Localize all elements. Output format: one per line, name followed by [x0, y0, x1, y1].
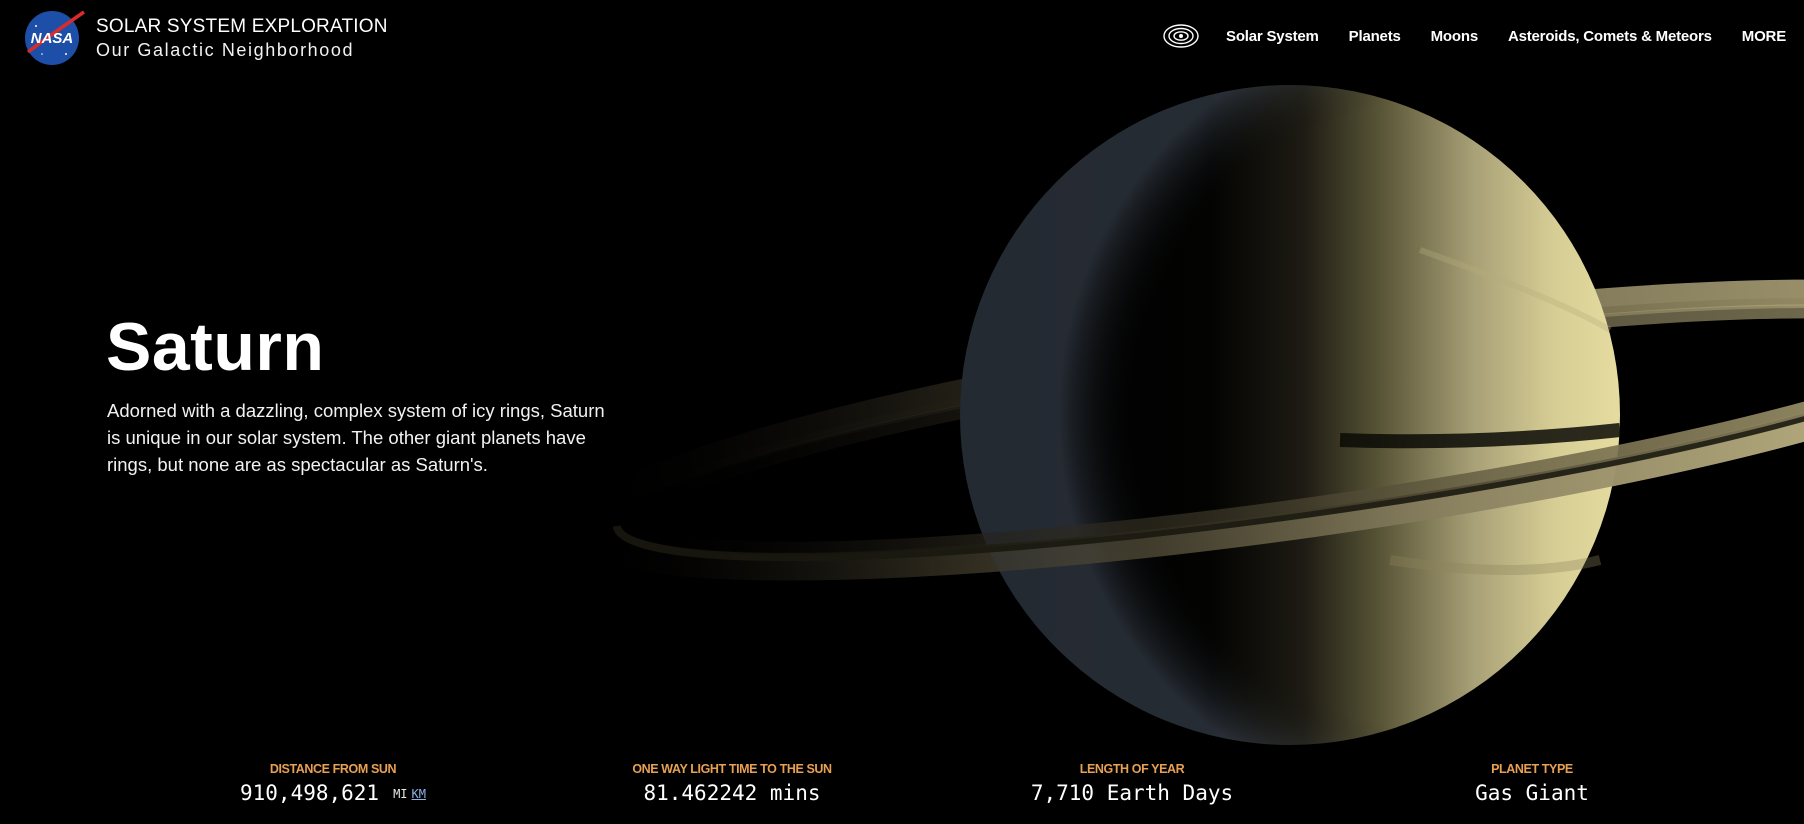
- stat-label: LENGTH OF YEAR: [1079, 762, 1185, 776]
- site-subtitle[interactable]: Our Galactic Neighborhood: [96, 40, 388, 61]
- unit-km-link[interactable]: KM: [412, 787, 426, 801]
- page: NASA SOLAR SYSTEM EXPLORATION Our Galact…: [0, 0, 1804, 824]
- nasa-logo[interactable]: NASA: [22, 8, 86, 66]
- site-header: NASA SOLAR SYSTEM EXPLORATION Our Galact…: [0, 0, 1804, 80]
- stat-light-time: ONE WAY LIGHT TIME TO THE SUN 81.462242 …: [552, 762, 912, 805]
- nav-item-asteroids-comets-meteors[interactable]: Asteroids, Comets & Meteors: [1508, 28, 1712, 45]
- svg-text:NASA: NASA: [31, 30, 74, 47]
- stat-label: ONE WAY LIGHT TIME TO THE SUN: [632, 762, 832, 776]
- stat-value: 81.462242 mins: [643, 781, 821, 805]
- main-nav: Solar System Planets Moons Asteroids, Co…: [1162, 18, 1786, 54]
- nav-item-planets[interactable]: Planets: [1349, 28, 1401, 45]
- stat-label: DISTANCE FROM SUN: [269, 762, 397, 776]
- unit-toggle: MI KM: [393, 787, 426, 801]
- nav-item-moons[interactable]: Moons: [1431, 28, 1479, 45]
- stat-value: 7,710 Earth Days: [1030, 781, 1234, 805]
- stat-distance-from-sun: DISTANCE FROM SUN 910,498,621 MI KM: [153, 762, 513, 805]
- stat-value: Gas Giant: [1475, 781, 1589, 805]
- planet-description: Adorned with a dazzling, complex system …: [107, 400, 605, 475]
- stat-length-of-year: LENGTH OF YEAR 7,710 Earth Days: [952, 762, 1312, 805]
- site-branding[interactable]: SOLAR SYSTEM EXPLORATION Our Galactic Ne…: [96, 16, 388, 61]
- stat-label: PLANET TYPE: [1491, 762, 1573, 776]
- planet-stats: DISTANCE FROM SUN 910,498,621 MI KM ONE WA…: [0, 762, 1804, 824]
- stat-value: 910,498,621: [240, 781, 380, 805]
- orbit-icon[interactable]: [1162, 21, 1200, 51]
- unit-mi-button[interactable]: MI: [393, 787, 407, 801]
- planet-title: Saturn: [106, 309, 325, 385]
- nav-item-solar-system[interactable]: Solar System: [1226, 28, 1319, 45]
- site-title[interactable]: SOLAR SYSTEM EXPLORATION: [96, 16, 388, 38]
- stat-planet-type: PLANET TYPE Gas Giant: [1352, 762, 1712, 805]
- nav-item-more[interactable]: MORE: [1742, 28, 1786, 45]
